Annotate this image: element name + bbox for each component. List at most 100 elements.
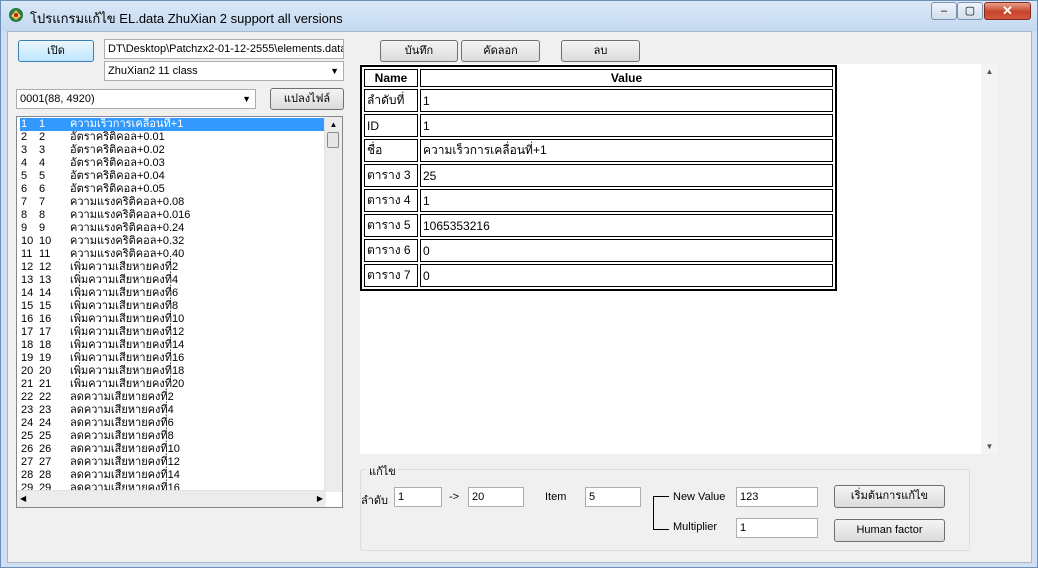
list-item[interactable]: 24 24 ลดความเสียหายคงที่6 [20, 417, 326, 430]
list-item-name: เพิ่มความเสียหายคงที่8 [70, 300, 179, 312]
list-item[interactable]: 23 23 ลดความเสียหายคงที่4 [20, 404, 326, 417]
list-item[interactable]: 26 26 ลดความเสียหายคงที่10 [20, 443, 326, 456]
list-item[interactable]: 13 13 เพิ่มความเสียหายคงที่4 [20, 274, 326, 287]
list-vertical-scrollbar[interactable]: ▲ [324, 117, 342, 492]
version-select[interactable]: ZhuXian2 11 class ▼ [104, 61, 344, 81]
list-item-index: 14 [21, 287, 34, 299]
list-item-id: 10 [39, 235, 52, 247]
list-item-index: 11 [21, 248, 33, 260]
to-index-input[interactable]: 20 [468, 487, 524, 507]
list-item[interactable]: 28 28 ลดความเสียหายคงที่14 [20, 469, 326, 482]
list-item[interactable]: 22 22 ลดความเสียหายคงที่2 [20, 391, 326, 404]
list-item[interactable]: 20 20 เพิ่มความเสียหายคงที่18 [20, 365, 326, 378]
list-item[interactable]: 12 12 เพิ่มความเสียหายคงที่2 [20, 261, 326, 274]
list-item[interactable]: 7 7 ความแรงคริติคอล+0.08 [20, 196, 326, 209]
list-item-name: อัตราคริติคอล+0.05 [70, 183, 165, 195]
open-button[interactable]: เปิด [18, 40, 94, 62]
grid-cell-value[interactable]: 1 [420, 89, 833, 112]
list-item[interactable]: 6 6 อัตราคริติคอล+0.05 [20, 183, 326, 196]
item-input[interactable]: 5 [585, 487, 641, 507]
list-item-id: 25 [39, 430, 52, 442]
delete-button[interactable]: ลบ [561, 40, 640, 62]
file-path-field[interactable]: DT\Desktop\Patchzx2-01-12-2555\elements.… [104, 39, 344, 59]
grid-cell-value[interactable]: 0 [420, 264, 833, 287]
list-item-index: 25 [21, 430, 34, 442]
list-item[interactable]: 14 14 เพิ่มความเสียหายคงที่6 [20, 287, 326, 300]
version-select-value: ZhuXian2 11 class [108, 65, 198, 77]
list-item[interactable]: 2 2 อัตราคริติคอล+0.01 [20, 131, 326, 144]
list-item[interactable]: 3 3 อัตราคริติคอล+0.02 [20, 144, 326, 157]
scroll-left-icon[interactable]: ◀ [20, 491, 26, 507]
grid-cell-value[interactable]: 0 [420, 239, 833, 262]
multiplier-input[interactable]: 1 [736, 518, 818, 538]
grid-cell-name: ชื่อ [364, 139, 418, 162]
list-item-name: เพิ่มความเสียหายคงที่20 [70, 378, 185, 390]
minimize-button[interactable]: – [931, 2, 957, 20]
maximize-button[interactable]: ▢ [957, 2, 983, 20]
list-item-name: ลดความเสียหายคงที่8 [70, 430, 174, 442]
scroll-up-icon[interactable]: ▲ [325, 117, 342, 132]
list-item[interactable]: 27 27 ลดความเสียหายคงที่12 [20, 456, 326, 469]
list-item[interactable]: 10 10 ความแรงคริติคอล+0.32 [20, 235, 326, 248]
list-item-name: เพิ่มความเสียหายคงที่10 [70, 313, 185, 325]
grid-cell-name: ตาราง 3 [364, 164, 418, 187]
grid-header-value: Value [420, 69, 833, 87]
list-item-id: 15 [39, 300, 52, 312]
list-item-name: ลดความเสียหายคงที่10 [70, 443, 180, 455]
list-item-index: 2 [21, 131, 28, 143]
new-value-label: New Value [673, 491, 726, 503]
grid-cell-value[interactable]: 1 [420, 114, 833, 137]
list-item-index: 17 [21, 326, 34, 338]
list-item[interactable]: 11 11 ความแรงคริติคอล+0.40 [20, 248, 326, 261]
list-item[interactable]: 4 4 อัตราคริติคอล+0.03 [20, 157, 326, 170]
from-index-input[interactable]: 1 [394, 487, 442, 507]
order-label: ลำดับ [361, 495, 389, 507]
scroll-up-icon[interactable]: ▲ [981, 67, 998, 76]
grid-cell-value[interactable]: 25 [420, 164, 833, 187]
list-item[interactable]: 18 18 เพิ่มความเสียหายคงที่14 [20, 339, 326, 352]
list-item[interactable]: 19 19 เพิ่มความเสียหายคงที่16 [20, 352, 326, 365]
grid-cell-value[interactable]: 1 [420, 189, 833, 212]
list-item-index: 3 [21, 144, 28, 156]
list-item-name: เพิ่มความเสียหายคงที่12 [70, 326, 185, 338]
save-button[interactable]: บันทึก [380, 40, 458, 62]
list-item-id: 22 [39, 391, 52, 403]
list-item[interactable]: 15 15 เพิ่มความเสียหายคงที่8 [20, 300, 326, 313]
list-horizontal-scrollbar[interactable]: ◀ ▶ [17, 490, 326, 507]
list-item-name: ความแรงคริติคอล+0.016 [70, 209, 191, 221]
list-item[interactable]: 25 25 ลดความเสียหายคงที่8 [20, 430, 326, 443]
list-item-index: 20 [21, 365, 34, 377]
list-item-name: ความแรงคริติคอล+0.32 [70, 235, 185, 247]
title-bar[interactable]: โปรแกรมแก้ไข EL.data ZhuXian 2 support a… [1, 1, 1037, 31]
list-item-name: ลดความเสียหายคงที่2 [70, 391, 174, 403]
new-value-input[interactable]: 123 [736, 487, 818, 507]
grid-vertical-scrollbar[interactable]: ▲ ▼ [981, 64, 998, 454]
close-button[interactable]: ✕ [984, 2, 1031, 20]
list-item-index: 6 [21, 183, 28, 195]
start-edit-button[interactable]: เริ่มต้นการแก้ไข [834, 485, 945, 508]
list-item-index: 27 [21, 456, 34, 468]
list-item[interactable]: 21 21 เพิ่มความเสียหายคงที่20 [20, 378, 326, 391]
copy-button[interactable]: คัดลอก [461, 40, 540, 62]
list-item[interactable]: 17 17 เพิ่มความเสียหายคงที่12 [20, 326, 326, 339]
list-item-name: อัตราคริติคอล+0.03 [70, 157, 165, 169]
item-list[interactable]: 1 1 ความเร็วการเคลื่อนที่+1 2 2 อัตราคริติคอล… [16, 116, 343, 508]
convert-file-button[interactable]: แปลงไฟล์ [270, 88, 344, 110]
list-item[interactable]: 9 9 ความแรงคริติคอล+0.24 [20, 222, 326, 235]
scroll-right-icon[interactable]: ▶ [317, 491, 323, 507]
human-factor-button[interactable]: Human factor [834, 519, 945, 542]
list-item-index: 1 [21, 118, 28, 130]
list-item[interactable]: 16 16 เพิ่มความเสียหายคงที่10 [20, 313, 326, 326]
scroll-down-icon[interactable]: ▼ [981, 442, 998, 451]
list-item[interactable]: 5 5 อัตราคริติคอล+0.04 [20, 170, 326, 183]
list-item-name: ความเร็วการเคลื่อนที่+1 [70, 118, 184, 130]
list-select[interactable]: 0001(88, 4920) ▼ [16, 89, 256, 109]
grid-cell-name: ตาราง 7 [364, 264, 418, 287]
list-item-index: 4 [21, 157, 28, 169]
scroll-thumb[interactable] [327, 132, 339, 148]
grid-cell-value[interactable]: 1065353216 [420, 214, 833, 237]
list-select-value: 0001(88, 4920) [20, 93, 95, 105]
list-item[interactable]: 1 1 ความเร็วการเคลื่อนที่+1 [20, 118, 326, 131]
list-item[interactable]: 8 8 ความแรงคริติคอล+0.016 [20, 209, 326, 222]
grid-cell-value[interactable]: ความเร็วการเคลื่อนที่+1 [420, 139, 833, 162]
